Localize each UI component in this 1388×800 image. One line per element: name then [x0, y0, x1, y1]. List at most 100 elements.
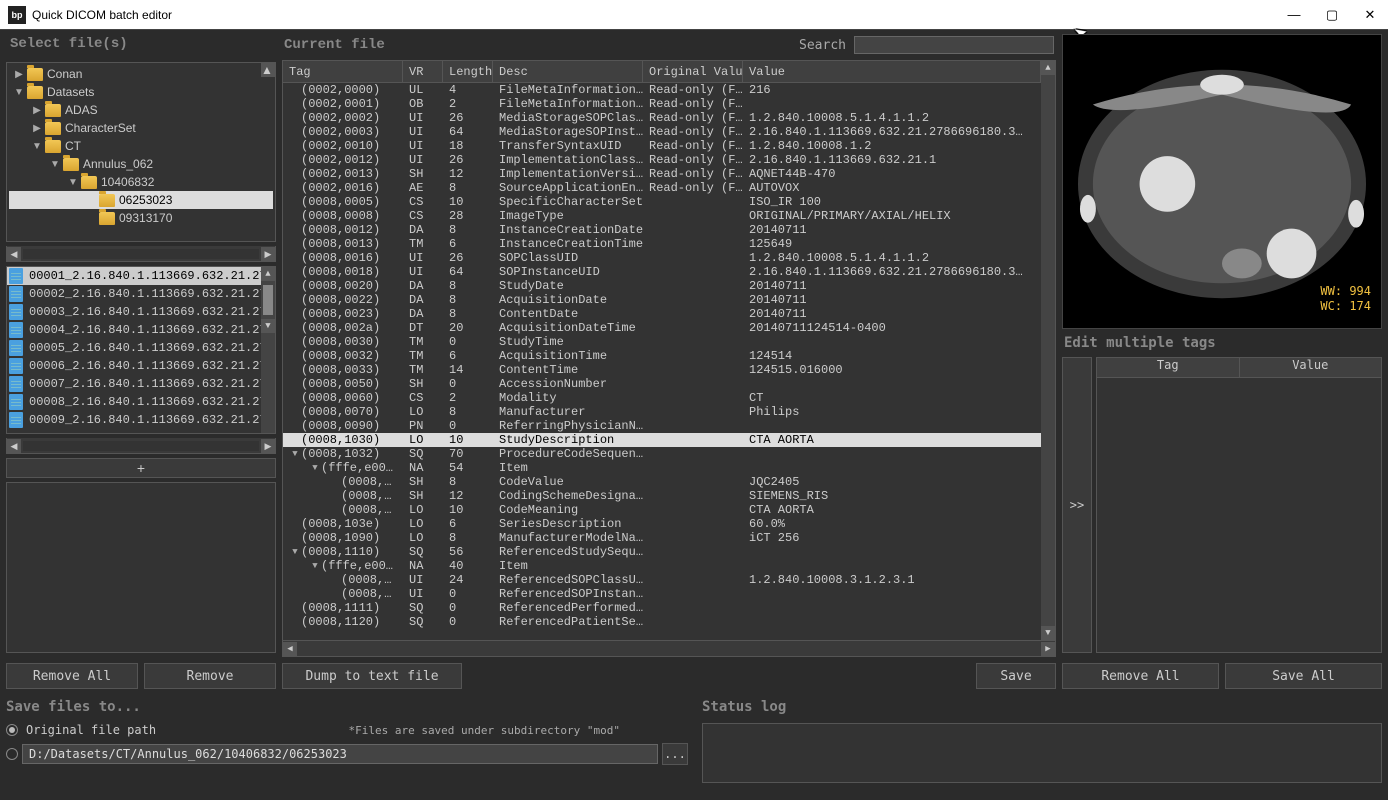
save-to-title: Save files to... [6, 699, 688, 715]
radio-custom-path[interactable] [6, 748, 18, 760]
scroll-up-icon[interactable]: ▲ [261, 267, 275, 281]
tree-item[interactable]: ▼10406832 [9, 173, 273, 191]
tree-item[interactable]: ▶CharacterSet [9, 119, 273, 137]
table-row[interactable]: (0008,0022)DA8AcquisitionDate20140711 [283, 293, 1041, 307]
file-item[interactable]: 00001_2.16.840.1.113669.632.21.27 [7, 267, 275, 285]
table-row[interactable]: ▼(0008,1032)SQ70ProcedureCodeSequen… [283, 447, 1041, 461]
file-item[interactable]: 00007_2.16.840.1.113669.632.21.27 [7, 375, 275, 393]
search-input[interactable] [854, 36, 1054, 54]
minimize-button[interactable]: — [1284, 7, 1304, 22]
tree-item[interactable]: 09313170 [9, 209, 273, 227]
scroll-up-icon[interactable]: ▲ [1041, 61, 1055, 75]
table-row[interactable]: (0002,0013)SH12ImplementationVersi…Read-… [283, 167, 1041, 181]
close-button[interactable]: ✕ [1360, 7, 1380, 23]
table-row[interactable]: (0008,0020)DA8StudyDate20140711 [283, 279, 1041, 293]
browse-button[interactable]: ... [662, 743, 688, 765]
table-row[interactable]: (0002,0002)UI26MediaStorageSOPClas…Read-… [283, 111, 1041, 125]
col-original[interactable]: Original Value [643, 61, 743, 82]
table-row[interactable]: (0008,…UI0ReferencedSOPInstan… [283, 587, 1041, 601]
tree-item[interactable]: ▼Annulus_062 [9, 155, 273, 173]
move-right-button[interactable]: >> [1062, 357, 1092, 653]
table-row[interactable]: (0008,0013)TM6InstanceCreationTime125649 [283, 237, 1041, 251]
tree-hscroll[interactable]: ◀ ▶ [6, 246, 276, 262]
table-row[interactable]: (0008,…UI24ReferencedSOPClassU…1.2.840.1… [283, 573, 1041, 587]
file-hscroll[interactable]: ◀▶ [6, 438, 276, 454]
scroll-down-icon[interactable]: ▼ [261, 319, 275, 333]
scroll-left-icon[interactable]: ◀ [283, 642, 297, 656]
file-item[interactable]: 00008_2.16.840.1.113669.632.21.27 [7, 393, 275, 411]
drop-area[interactable] [6, 482, 276, 653]
dump-button[interactable]: Dump to text file [282, 663, 462, 689]
table-row[interactable]: (0002,0003)UI64MediaStorageSOPInst…Read-… [283, 125, 1041, 139]
table-row[interactable]: (0002,0012)UI26ImplementationClass…Read-… [283, 153, 1041, 167]
dicom-tag-table[interactable]: Tag VR Length Desc Original Value Value … [282, 60, 1056, 657]
table-row[interactable]: ▼(0008,1110)SQ56ReferencedStudySequ… [283, 545, 1041, 559]
table-row[interactable]: (0008,0008)CS28ImageTypeORIGINAL/PRIMARY… [283, 209, 1041, 223]
save-all-button[interactable]: Save All [1225, 663, 1382, 689]
file-item[interactable]: 00005_2.16.840.1.113669.632.21.27 [7, 339, 275, 357]
col-vr[interactable]: VR [403, 61, 443, 82]
table-row[interactable]: (0008,0005)CS10SpecificCharacterSetISO_I… [283, 195, 1041, 209]
edit-tags-grid[interactable]: Tag Value [1096, 357, 1382, 653]
file-item[interactable]: 00004_2.16.840.1.113669.632.21.27 [7, 321, 275, 339]
table-row[interactable]: (0008,0090)PN0ReferringPhysicianN… [283, 419, 1041, 433]
table-row[interactable]: (0008,0033)TM14ContentTime124515.016000 [283, 363, 1041, 377]
remove-all-tags-button[interactable]: Remove All [1062, 663, 1219, 689]
file-item[interactable]: 00003_2.16.840.1.113669.632.21.27 [7, 303, 275, 321]
scroll-up-icon[interactable]: ▲ [261, 63, 275, 77]
table-row[interactable]: (0008,0016)UI26SOPClassUID1.2.840.10008.… [283, 251, 1041, 265]
tree-item[interactable]: ▶Conan [9, 65, 273, 83]
table-row[interactable]: (0008,002a)DT20AcquisitionDateTime201407… [283, 321, 1041, 335]
window-title: Quick DICOM batch editor [32, 8, 1284, 22]
folder-tree[interactable]: ▲ ▶Conan▼Datasets▶ADAS▶CharacterSet▼CT▼A… [6, 62, 276, 242]
table-row[interactable]: (0008,…SH8CodeValueJQC2405 [283, 475, 1041, 489]
file-item[interactable]: 00002_2.16.840.1.113669.632.21.27 [7, 285, 275, 303]
table-row[interactable]: (0008,0032)TM6AcquisitionTime124514 [283, 349, 1041, 363]
tree-item[interactable]: ▼Datasets [9, 83, 273, 101]
radio-original-path[interactable] [6, 724, 18, 736]
tree-item[interactable]: ▶ADAS [9, 101, 273, 119]
table-row[interactable]: (0008,…SH12CodingSchemeDesigna…SIEMENS_R… [283, 489, 1041, 503]
save-button[interactable]: Save [976, 663, 1056, 689]
table-row[interactable]: (0002,0016)AE8SourceApplicationEn…Read-o… [283, 181, 1041, 195]
remove-button[interactable]: Remove [144, 663, 276, 689]
tree-item[interactable]: ▼CT [9, 137, 273, 155]
scroll-down-icon[interactable]: ▼ [1041, 626, 1055, 640]
table-row[interactable]: (0008,…LO10CodeMeaningCTA AORTA [283, 503, 1041, 517]
table-row[interactable]: (0008,0060)CS2ModalityCT [283, 391, 1041, 405]
col-tag[interactable]: Tag [283, 61, 403, 82]
col-value[interactable]: Value [743, 61, 1041, 82]
save-path-input[interactable] [22, 744, 658, 764]
maximize-button[interactable]: ▢ [1322, 7, 1342, 23]
table-row[interactable]: (0008,1111)SQ0ReferencedPerformed… [283, 601, 1041, 615]
table-row[interactable]: (0008,0030)TM0StudyTime [283, 335, 1041, 349]
table-row[interactable]: (0008,1030)LO10StudyDescriptionCTA AORTA [283, 433, 1041, 447]
table-row[interactable]: (0002,0010)UI18TransferSyntaxUIDRead-onl… [283, 139, 1041, 153]
table-vscroll[interactable]: ▼ [1041, 83, 1055, 640]
table-row[interactable]: (0002,0001)OB2FileMetaInformation…Read-o… [283, 97, 1041, 111]
table-row[interactable]: (0008,103e)LO6SeriesDescription60.0% [283, 517, 1041, 531]
table-row[interactable]: (0008,1120)SQ0ReferencedPatientSe… [283, 615, 1041, 629]
table-row[interactable]: (0008,0070)LO8ManufacturerPhilips [283, 405, 1041, 419]
remove-all-button[interactable]: Remove All [6, 663, 138, 689]
table-row[interactable]: (0002,0000)UL4FileMetaInformation…Read-o… [283, 83, 1041, 97]
file-vscroll[interactable]: ▲ ▼ [261, 267, 275, 433]
table-row[interactable]: (0008,0012)DA8InstanceCreationDate201407… [283, 223, 1041, 237]
table-hscroll[interactable]: ◀ ▶ [283, 640, 1055, 656]
col-desc[interactable]: Desc [493, 61, 643, 82]
file-item[interactable]: 00009_2.16.840.1.113669.632.21.27 [7, 411, 275, 429]
table-row[interactable]: (0008,0018)UI64SOPInstanceUID2.16.840.1.… [283, 265, 1041, 279]
table-row[interactable]: (0008,1090)LO8ManufacturerModelNa…iCT 25… [283, 531, 1041, 545]
scroll-right-icon[interactable]: ▶ [261, 247, 275, 261]
table-row[interactable]: (0008,0050)SH0AccessionNumber [283, 377, 1041, 391]
add-button[interactable]: + [6, 458, 276, 478]
file-list[interactable]: 00001_2.16.840.1.113669.632.21.2700002_2… [6, 266, 276, 434]
table-row[interactable]: ▼(fffe,e00…NA40Item [283, 559, 1041, 573]
table-row[interactable]: (0008,0023)DA8ContentDate20140711 [283, 307, 1041, 321]
scroll-left-icon[interactable]: ◀ [7, 247, 21, 261]
file-item[interactable]: 00006_2.16.840.1.113669.632.21.27 [7, 357, 275, 375]
table-row[interactable]: ▼(fffe,e00…NA54Item [283, 461, 1041, 475]
scroll-right-icon[interactable]: ▶ [1041, 642, 1055, 656]
tree-item[interactable]: 06253023 [9, 191, 273, 209]
col-length[interactable]: Length [443, 61, 493, 82]
